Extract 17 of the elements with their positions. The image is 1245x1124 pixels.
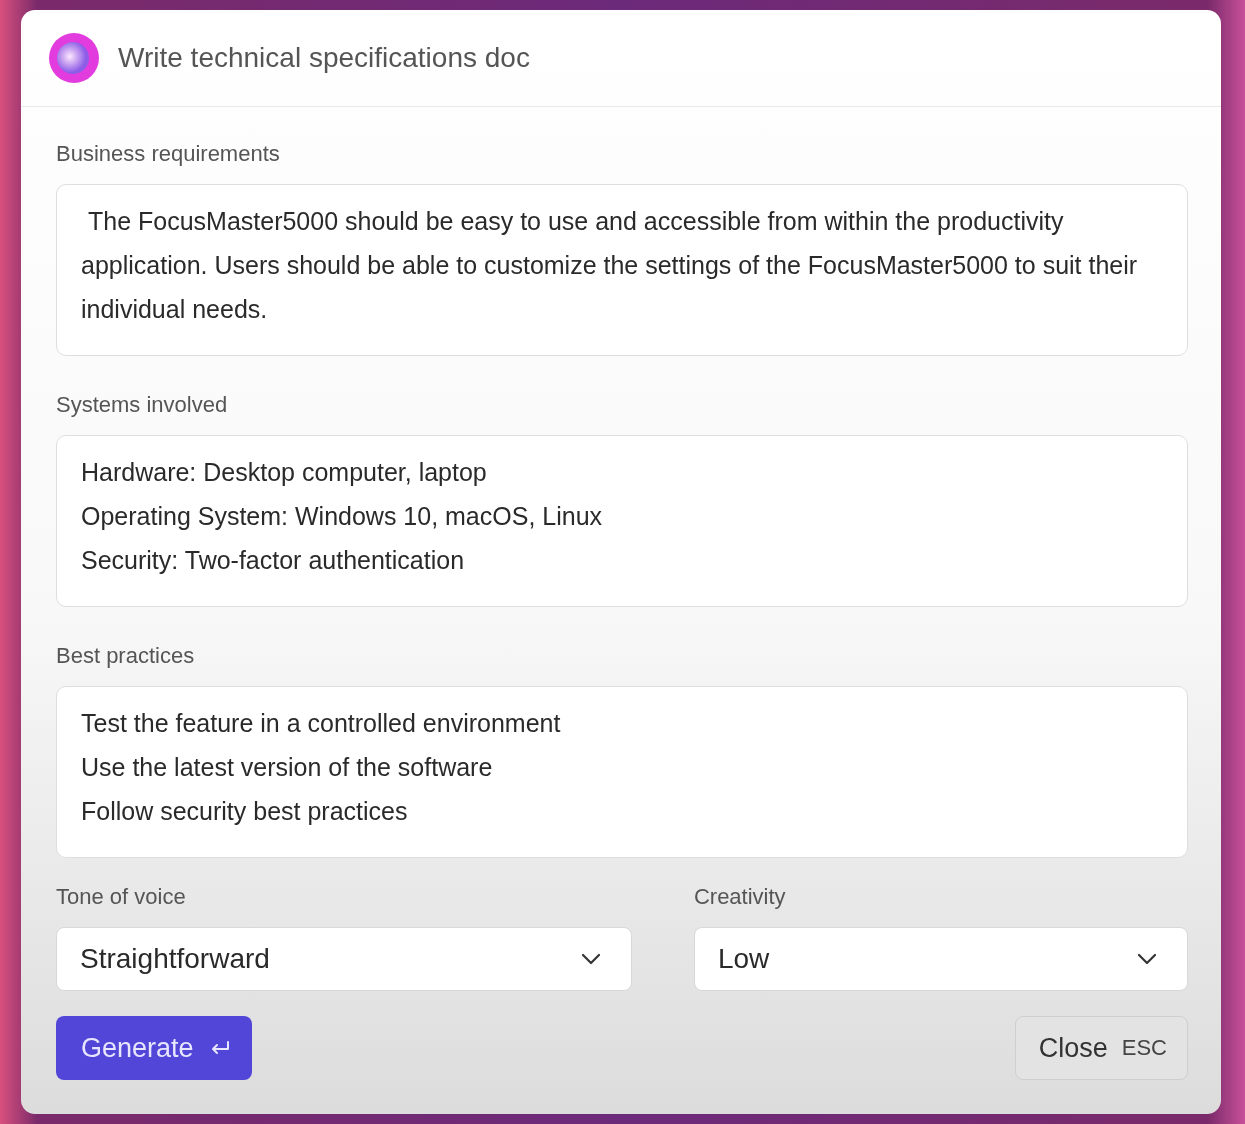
dropdown[interactable]: Straightforward bbox=[56, 927, 632, 991]
dropdown[interactable]: Low bbox=[693, 927, 1188, 991]
generate-button[interactable]: Generate bbox=[56, 1016, 252, 1080]
field-label: Business requirements bbox=[56, 141, 280, 167]
text-area[interactable]: Test the feature in a controlled environment Use the latest version of the software Follow security best practices bbox=[56, 686, 1188, 858]
field-label: Creativity bbox=[693, 884, 786, 910]
close-button[interactable]: Close ESC bbox=[1014, 1016, 1188, 1080]
logo-icon bbox=[48, 32, 100, 84]
field-label: Systems involved bbox=[56, 392, 228, 418]
return-key-icon bbox=[209, 1040, 230, 1056]
dialog-title: Write technical specifications doc bbox=[118, 42, 530, 74]
text-area[interactable]: Hardware: Desktop computer, laptop Operating System: Windows 10, macOS, Linux Security: Two-factor authentication bbox=[56, 435, 1188, 607]
field-label: Tone of voice bbox=[56, 884, 186, 910]
chevron-down-icon bbox=[1137, 953, 1157, 965]
field-label: Best practices bbox=[56, 643, 195, 669]
text-area[interactable]: The FocusMaster5000 should be easy to use and accessible from within the productivity application. Users should be able to customize the settings of the FocusMaster5000 to suit their individual needs. bbox=[56, 184, 1188, 356]
chevron-down-icon bbox=[580, 953, 601, 965]
